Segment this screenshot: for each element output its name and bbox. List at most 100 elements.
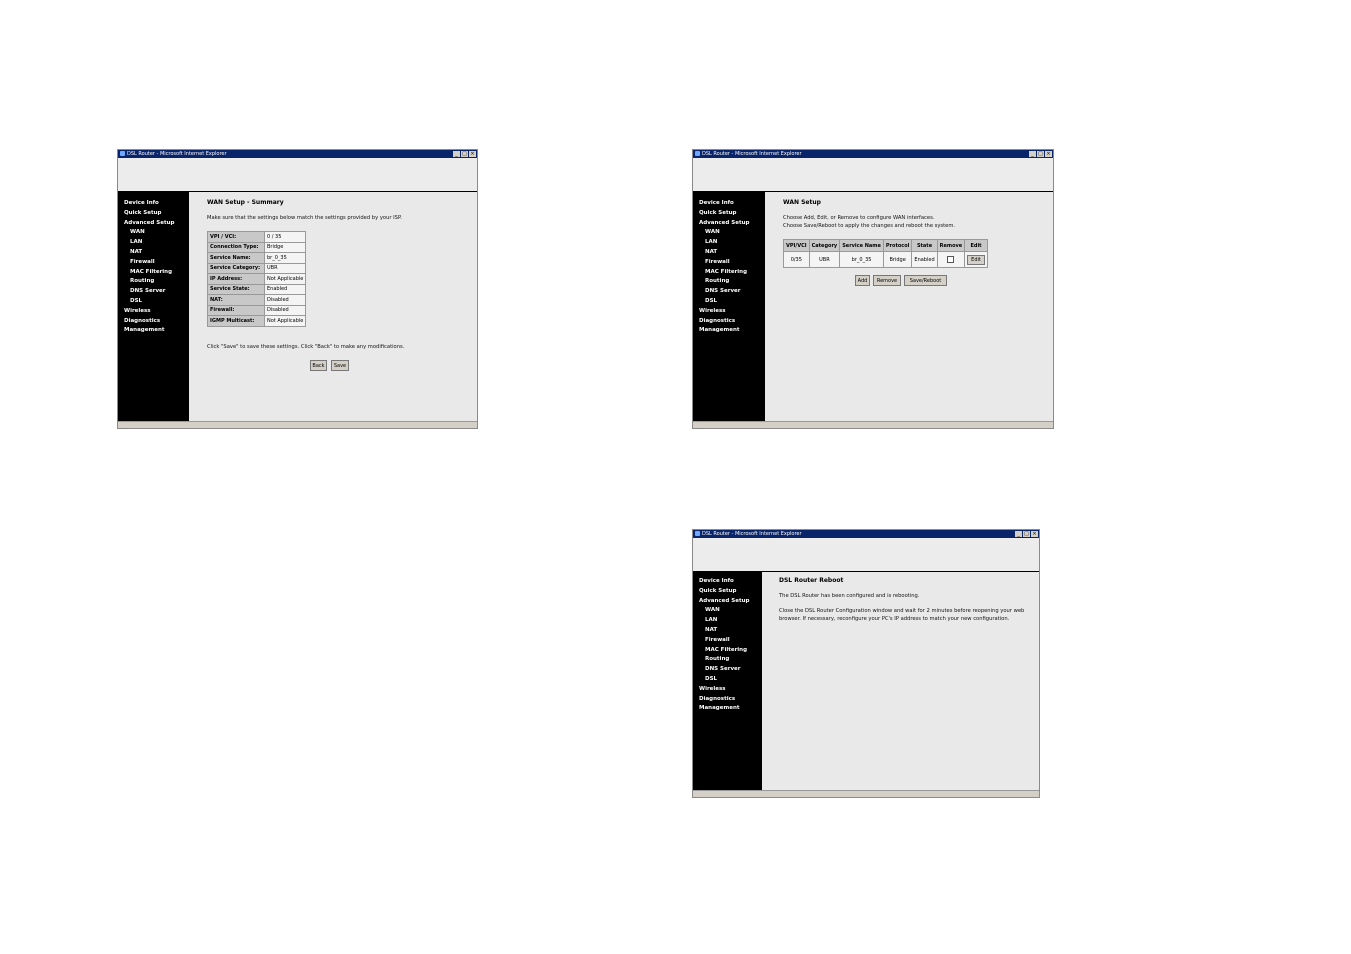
sidebar-item-dns-server[interactable]: DNS Server (118, 287, 189, 297)
sidebar-item-nat[interactable]: NAT (693, 626, 762, 636)
sidebar-item-wireless[interactable]: Wireless (118, 307, 189, 317)
field-value: 0 / 35 (263, 231, 307, 243)
add-button[interactable]: Add (855, 275, 870, 286)
sidebar-item-mac-filtering[interactable]: MAC Filtering (118, 268, 189, 278)
remove-button[interactable]: Remove (873, 275, 901, 286)
close-button[interactable]: × (469, 151, 476, 157)
sidebar-item-diagnostics[interactable]: Diagnostics (693, 317, 765, 327)
close-button[interactable]: × (1045, 151, 1052, 157)
summary-table: VPI / VCI: 0 / 35 Connection Type: Bridge Se… (207, 231, 307, 327)
sidebar-item-wan[interactable]: WAN (118, 228, 189, 238)
sidebar-item-advanced-setup[interactable]: Advanced Setup (693, 597, 762, 607)
minimize-button[interactable]: _ (453, 151, 460, 157)
sidebar-item-wireless[interactable]: Wireless (693, 685, 762, 695)
ie-icon (120, 151, 125, 156)
sidebar-item-management[interactable]: Management (693, 704, 762, 714)
cell-state: Enabled (911, 251, 938, 268)
maximize-button[interactable]: □ (461, 151, 468, 157)
field-label: Service Name: (207, 252, 265, 264)
hint-text: Click "Save" to save these settings. Cli… (207, 344, 405, 350)
col-state: State (911, 239, 938, 252)
close-button[interactable]: × (1031, 531, 1038, 537)
col-protocol: Protocol (882, 239, 913, 252)
sidebar-item-lan[interactable]: LAN (118, 238, 189, 248)
cell-protocol: Bridge (882, 251, 913, 268)
sidebar-item-dsl[interactable]: DSL (118, 297, 189, 307)
sidebar-item-lan[interactable]: LAN (693, 238, 765, 248)
table-row: Firewall: Disabled (207, 304, 307, 316)
sidebar-item-device-info[interactable]: Device Info (118, 199, 189, 209)
maximize-button[interactable]: □ (1023, 531, 1030, 537)
sidebar-item-routing[interactable]: Routing (693, 277, 765, 287)
instruction-line-1: Choose Add, Edit, or Remove to configure… (783, 215, 935, 221)
remove-checkbox[interactable] (947, 256, 955, 263)
table-row: VPI / VCI: 0 / 35 (207, 231, 307, 243)
window-title: DSL Router - Microsoft Internet Explorer (127, 151, 227, 157)
content-area: WAN Setup - Summary Make sure that the s… (189, 192, 477, 421)
sidebar-item-management[interactable]: Management (693, 326, 765, 336)
sidebar-item-routing[interactable]: Routing (693, 655, 762, 665)
sidebar-item-device-info[interactable]: Device Info (693, 199, 765, 209)
browser-window-summary: DSL Router - Microsoft Internet Explorer… (117, 149, 478, 429)
sidebar-item-wan[interactable]: WAN (693, 228, 765, 238)
sidebar-item-wan[interactable]: WAN (693, 606, 762, 616)
sidebar-item-dsl[interactable]: DSL (693, 297, 765, 307)
sidebar-item-diagnostics[interactable]: Diagnostics (118, 317, 189, 327)
cell-category: UBR (808, 251, 841, 268)
sidebar-item-quick-setup[interactable]: Quick Setup (693, 209, 765, 219)
field-value: Bridge (263, 241, 307, 253)
sidebar-item-advanced-setup[interactable]: Advanced Setup (693, 219, 765, 229)
field-value: br_0_35 (263, 252, 307, 264)
maximize-button[interactable]: □ (1037, 151, 1044, 157)
sidebar-item-firewall[interactable]: Firewall (693, 636, 762, 646)
field-label: VPI / VCI: (207, 231, 265, 243)
sidebar-item-diagnostics[interactable]: Diagnostics (693, 695, 762, 705)
table-row: Service Category: UBR (207, 262, 307, 274)
sidebar-item-quick-setup[interactable]: Quick Setup (693, 587, 762, 597)
save-reboot-button[interactable]: Save/Reboot (904, 275, 947, 286)
sidebar-item-firewall[interactable]: Firewall (118, 258, 189, 268)
sidebar-item-quick-setup[interactable]: Quick Setup (118, 209, 189, 219)
sidebar-nav: Device Info Quick Setup Advanced Setup WAN L… (693, 192, 765, 421)
browser-window-wan-setup: DSL Router - Microsoft Internet Explorer… (692, 149, 1054, 429)
table-row: IP Address: Not Applicable (207, 273, 307, 285)
col-service-name: Service Name (839, 239, 884, 252)
page-title: WAN Setup - Summary (207, 199, 284, 206)
col-edit: Edit (964, 239, 988, 252)
status-bar (693, 790, 1039, 797)
sidebar-item-device-info[interactable]: Device Info (693, 577, 762, 587)
content-area: DSL Router Reboot The DSL Router has bee… (762, 572, 1039, 790)
sidebar-item-dsl[interactable]: DSL (693, 675, 762, 685)
back-button[interactable]: Back (310, 360, 327, 371)
sidebar-item-dns-server[interactable]: DNS Server (693, 665, 762, 675)
sidebar-item-firewall[interactable]: Firewall (693, 258, 765, 268)
minimize-button[interactable]: _ (1015, 531, 1022, 537)
sidebar-item-mac-filtering[interactable]: MAC Filtering (693, 268, 765, 278)
sidebar-item-management[interactable]: Management (118, 326, 189, 336)
table-row: NAT: Disabled (207, 294, 307, 306)
page-title: DSL Router Reboot (779, 577, 844, 584)
status-bar (693, 421, 1053, 428)
sidebar-item-lan[interactable]: LAN (693, 616, 762, 626)
field-value: Enabled (263, 283, 307, 295)
save-button[interactable]: Save (331, 360, 349, 371)
cell-remove (936, 251, 966, 268)
sidebar-item-advanced-setup[interactable]: Advanced Setup (118, 219, 189, 229)
sidebar-item-nat[interactable]: NAT (693, 248, 765, 258)
window-title: DSL Router - Microsoft Internet Explorer (702, 531, 802, 537)
banner (118, 158, 477, 192)
table-row: Service State: Enabled (207, 283, 307, 295)
sidebar-item-mac-filtering[interactable]: MAC Filtering (693, 646, 762, 656)
sidebar-item-dns-server[interactable]: DNS Server (693, 287, 765, 297)
field-value: Not Applicable (263, 315, 307, 327)
table-row: IGMP Multicast: Not Applicable (207, 315, 307, 327)
instruction-line-2: Choose Save/Reboot to apply the changes … (783, 223, 956, 229)
sidebar-item-wireless[interactable]: Wireless (693, 307, 765, 317)
sidebar-item-nat[interactable]: NAT (118, 248, 189, 258)
table-row: 0/35 UBR br_0_35 Bridge Enabled Edit (783, 251, 988, 268)
field-label: IGMP Multicast: (207, 315, 265, 327)
content-area: WAN Setup Choose Add, Edit, or Remove to… (765, 192, 1053, 421)
sidebar-item-routing[interactable]: Routing (118, 277, 189, 287)
edit-button[interactable]: Edit (967, 254, 985, 265)
minimize-button[interactable]: _ (1029, 151, 1036, 157)
